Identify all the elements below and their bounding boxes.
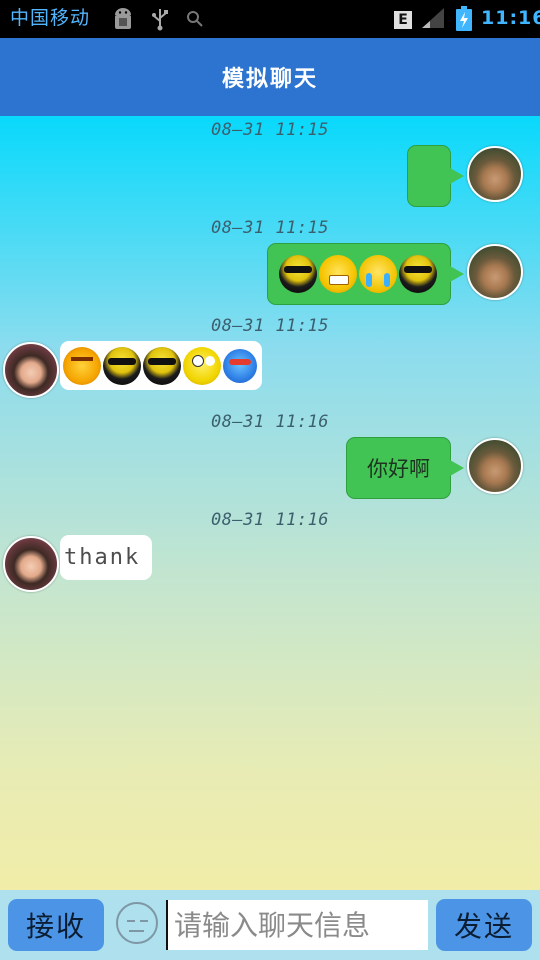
usb-icon: [147, 6, 173, 32]
emoji-blue-face-icon: [223, 348, 257, 383]
avatar-me[interactable]: [467, 438, 523, 494]
message-bubble-outgoing[interactable]: [407, 145, 464, 207]
title-bar: 模拟聊天: [0, 38, 540, 116]
chat-area[interactable]: 08—31 11:15 08—31 11:15 08—31 11:15 08—3…: [0, 116, 540, 890]
message-timestamp: 08—31 11:16: [210, 412, 330, 432]
message-timestamp: 08—31 11:15: [210, 316, 330, 336]
message-bubble-outgoing[interactable]: 你好啊: [346, 437, 464, 499]
avatar-me[interactable]: [467, 146, 523, 202]
emoji-cool-icon: [399, 255, 437, 293]
message-bubble-outgoing[interactable]: [267, 243, 464, 305]
input-bar: 接收 发送: [0, 890, 540, 960]
message-text: thank: [64, 545, 141, 570]
send-button[interactable]: 发送: [436, 899, 532, 951]
android-debug-icon: [110, 6, 136, 32]
emoji-cool-icon: [279, 255, 317, 293]
emoji-angry-icon: [63, 346, 101, 385]
emoji-drool-icon: [183, 346, 221, 385]
search-icon: [182, 6, 208, 32]
message-text: 你好啊: [367, 457, 430, 481]
emoji-cool-icon: [143, 346, 181, 385]
emoji-cool-icon: [103, 346, 141, 385]
signal-icon: [420, 6, 446, 34]
avatar-contact[interactable]: [3, 536, 59, 592]
network-type-badge: E: [394, 11, 412, 29]
status-time: 11:16: [481, 7, 540, 29]
message-timestamp: 08—31 11:16: [210, 510, 330, 530]
message-input[interactable]: [166, 900, 428, 950]
carrier-name: 中国移动: [10, 7, 91, 29]
message-bubble-incoming[interactable]: thank: [60, 535, 152, 580]
page-title: 模拟聊天: [221, 67, 318, 92]
emoji-grimace-icon: [319, 255, 357, 293]
avatar-contact[interactable]: [3, 342, 59, 398]
avatar-me[interactable]: [467, 244, 523, 300]
message-bubble-incoming[interactable]: [60, 341, 262, 390]
status-bar: 中国移动 E 11:16: [0, 0, 540, 38]
message-timestamp: 08—31 11:15: [210, 120, 330, 140]
battery-charging-icon: [455, 6, 473, 36]
message-timestamp: 08—31 11:15: [210, 218, 330, 238]
receive-button[interactable]: 接收: [8, 899, 104, 951]
emoji-picker-icon[interactable]: [116, 902, 158, 944]
emoji-cry-icon: [359, 255, 397, 293]
